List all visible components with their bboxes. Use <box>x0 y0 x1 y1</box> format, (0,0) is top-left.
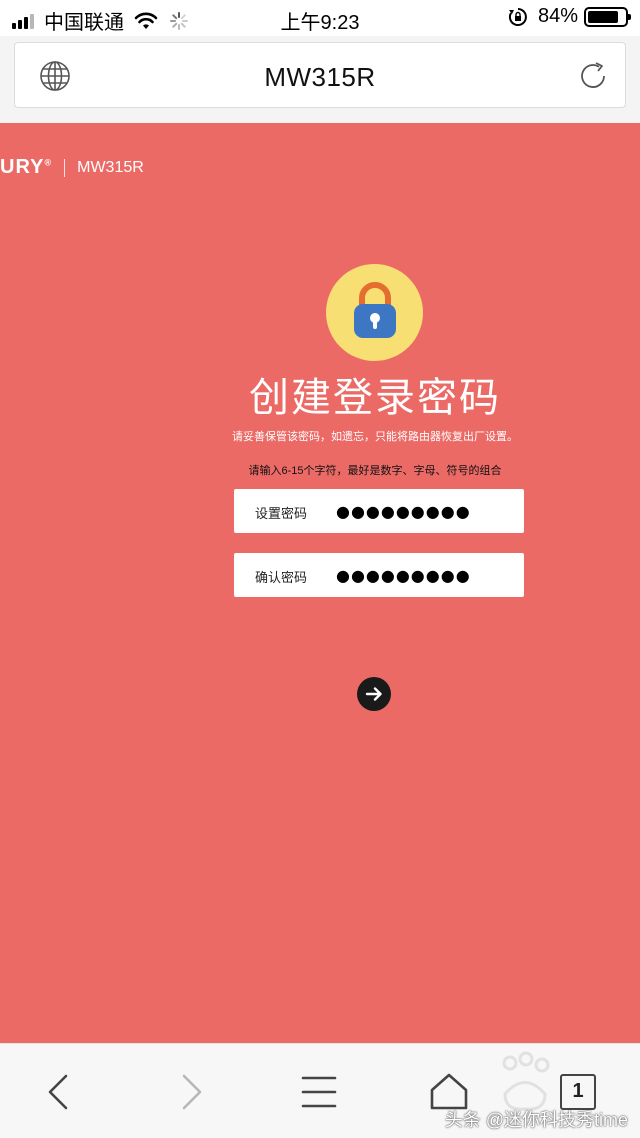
tabs-button[interactable]: 1 <box>560 1074 596 1110</box>
page-subtitle: 请妥善保管该密码，如遗忘，只能将路由器恢复出厂设置。 <box>232 431 518 443</box>
confirm-password-field[interactable]: 确认密码 <box>234 553 524 597</box>
back-icon[interactable] <box>38 1070 82 1114</box>
confirm-password-input[interactable] <box>334 561 514 589</box>
next-button[interactable] <box>357 677 391 711</box>
set-password-input[interactable] <box>334 497 514 525</box>
battery-icon <box>584 6 631 27</box>
status-right: 84% <box>508 5 631 28</box>
battery-fill <box>588 10 619 23</box>
page-url-title[interactable]: MW315R <box>15 62 625 93</box>
router-setup-page: URY® MW315R 创建登录密码 请妥善保管该密码，如遗忘，只能将路由器恢复… <box>0 123 640 1043</box>
page-title: 创建登录密码 <box>249 376 501 420</box>
status-bar: 中国联通 上午9:23 84% <box>0 0 640 36</box>
brand-logo: URY® <box>0 156 53 178</box>
lock-badge <box>326 264 423 361</box>
watermark-text: 头条 @迷你科技秀time <box>444 1110 628 1130</box>
brand-model: MW315R <box>77 158 144 176</box>
battery-percent: 84% <box>537 5 578 27</box>
forward-icon[interactable] <box>168 1070 212 1114</box>
tab-count: 1 <box>572 1080 584 1102</box>
brand-header: URY® MW315R <box>0 156 144 179</box>
rotation-lock-icon <box>508 7 527 26</box>
address-bar[interactable]: MW315R <box>14 42 626 108</box>
set-password-field[interactable]: 设置密码 <box>234 489 524 533</box>
browser-toolbar: 1 头条 @迷你科技秀time <box>0 1043 640 1138</box>
set-password-label: 设置密码 <box>255 506 308 521</box>
address-bar-area: MW315R <box>0 36 640 123</box>
lock-icon <box>354 282 396 338</box>
arrow-right-icon <box>365 687 382 701</box>
password-hint: 请输入6-15个字符，最好是数字、字母、符号的组合 <box>248 465 502 477</box>
reload-icon[interactable] <box>577 60 609 92</box>
menu-icon[interactable] <box>297 1070 341 1114</box>
confirm-password-label: 确认密码 <box>255 570 308 585</box>
brand-divider <box>64 158 66 177</box>
